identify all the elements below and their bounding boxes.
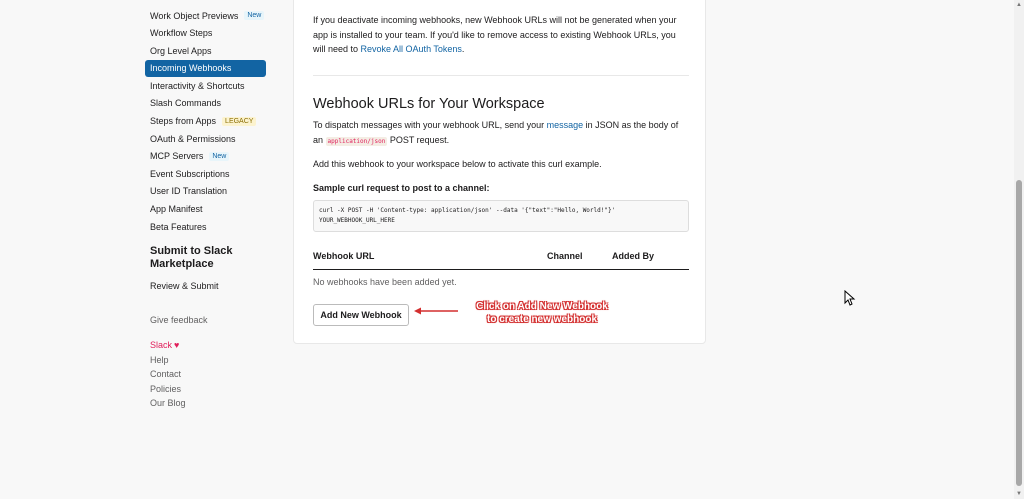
sidebar-item-label: Beta Features: [150, 221, 207, 232]
incoming-webhooks-card: If you deactivate incoming webhooks, new…: [293, 0, 706, 344]
section-title: Webhook URLs for Your Workspace: [313, 96, 545, 112]
sidebar-item-app-manifest[interactable]: App Manifest: [145, 201, 270, 218]
sidebar-item-user-id-translation[interactable]: User ID Translation: [145, 183, 270, 200]
sidebar-item-oauth-permissions[interactable]: OAuth & Permissions: [145, 130, 270, 147]
sidebar-item-label: Org Level Apps: [150, 45, 212, 56]
footer-help-link[interactable]: Help: [145, 353, 270, 368]
scroll-down-arrow-icon[interactable]: ▼: [1016, 491, 1022, 497]
curl-code-block[interactable]: curl -X POST -H 'Content-type: applicati…: [313, 200, 689, 232]
slack-link-label: Slack: [150, 340, 173, 351]
webhooks-table-header: Webhook URL Channel Added By: [313, 245, 689, 270]
sidebar-item-label: Event Subscriptions: [150, 168, 230, 179]
add-new-webhook-button[interactable]: Add New Webhook: [313, 304, 409, 326]
sidebar-item-mcp-servers[interactable]: MCP Servers New: [145, 148, 270, 165]
col-webhook-url: Webhook URL: [313, 251, 375, 261]
annotation-line: Click on Add New Webhook: [476, 301, 608, 312]
dispatch-text: POST request.: [387, 134, 450, 145]
sidebar-item-steps-from-apps[interactable]: Steps from Apps LEGACY: [145, 113, 270, 130]
sidebar-item-label: User ID Translation: [150, 186, 228, 197]
empty-webhooks-message: No webhooks have been added yet.: [313, 277, 457, 287]
page-scrollbar[interactable]: ▲ ▼: [1014, 0, 1024, 499]
sidebar-item-slash-commands[interactable]: Slash Commands: [145, 95, 270, 112]
sidebar-item-label: Work Object Previews: [150, 10, 239, 21]
mouse-cursor-icon: [844, 290, 856, 306]
revoke-oauth-tokens-link[interactable]: Revoke All OAuth Tokens: [361, 44, 462, 54]
marketplace-heading: Submit to Slack Marketplace: [150, 245, 233, 271]
legacy-badge: LEGACY: [222, 116, 257, 126]
sidebar-item-org-level-apps[interactable]: Org Level Apps: [145, 42, 270, 59]
deactivate-text-end: .: [461, 44, 465, 54]
deactivate-paragraph: If you deactivate incoming webhooks, new…: [313, 13, 689, 57]
sidebar-nav: Work Object Previews New Workflow Steps …: [145, 0, 270, 411]
message-link[interactable]: message: [547, 120, 584, 130]
scroll-up-arrow-icon[interactable]: ▲: [1016, 2, 1022, 8]
scrollbar-thumb[interactable]: [1016, 180, 1022, 486]
sidebar-item-label: Interactivity & Shortcuts: [150, 80, 245, 91]
new-badge: New: [209, 151, 230, 161]
sidebar-item-workflow-steps[interactable]: Workflow Steps: [145, 25, 270, 42]
annotation-arrow-icon: [414, 307, 458, 315]
sidebar-item-label: App Manifest: [150, 204, 203, 215]
sidebar-item-label: Slash Commands: [150, 98, 222, 109]
curl-line: curl -X POST -H 'Content-type: applicati…: [319, 207, 616, 214]
annotation-line: to create new webhook: [486, 314, 598, 325]
sidebar-item-event-subscriptions[interactable]: Event Subscriptions: [145, 165, 270, 182]
sample-curl-label: Sample curl request to post to a channel…: [313, 183, 490, 193]
curl-line: YOUR_WEBHOOK_URL_HERE: [319, 217, 395, 224]
sidebar-item-label: OAuth & Permissions: [150, 133, 236, 144]
sidebar-item-review-submit[interactable]: Review & Submit: [145, 277, 270, 294]
sidebar-item-label: Steps from Apps: [150, 116, 217, 127]
footer-blog-link[interactable]: Our Blog: [145, 396, 270, 411]
col-added-by: Added By: [612, 251, 655, 261]
footer-slack-link[interactable]: Slack ♥: [145, 338, 270, 353]
annotation-callout: Click on Add New Webhook to create new w…: [462, 300, 622, 326]
sidebar-item-work-object-previews[interactable]: Work Object Previews New: [145, 7, 270, 24]
page-root: Work Object Previews New Workflow Steps …: [0, 0, 1024, 499]
dispatch-paragraph: To dispatch messages with your webhook U…: [313, 118, 689, 149]
heart-icon: ♥: [174, 340, 180, 351]
new-badge: New: [244, 11, 265, 20]
footer-policies-link[interactable]: Policies: [145, 382, 270, 397]
sidebar-item-label: Review & Submit: [150, 280, 219, 291]
activate-paragraph: Add this webhook to your workspace below…: [313, 159, 602, 169]
dispatch-text: To dispatch messages with your webhook U…: [313, 120, 547, 130]
section-divider: [313, 75, 689, 76]
sidebar-item-interactivity-shortcuts[interactable]: Interactivity & Shortcuts: [145, 77, 270, 94]
give-feedback-link[interactable]: Give feedback: [145, 313, 270, 328]
sidebar-item-label: MCP Servers: [150, 151, 204, 162]
sidebar-item-beta-features[interactable]: Beta Features: [145, 218, 270, 235]
sidebar-top-spacer: [145, 0, 270, 7]
content-type-code: application/json: [325, 136, 388, 146]
footer-contact-link[interactable]: Contact: [145, 367, 270, 382]
sidebar-item-label: Workflow Steps: [150, 28, 213, 39]
sidebar-item-incoming-webhooks[interactable]: Incoming Webhooks: [145, 59, 266, 77]
col-channel: Channel: [547, 251, 583, 261]
sidebar-item-label: Incoming Webhooks: [150, 63, 232, 74]
